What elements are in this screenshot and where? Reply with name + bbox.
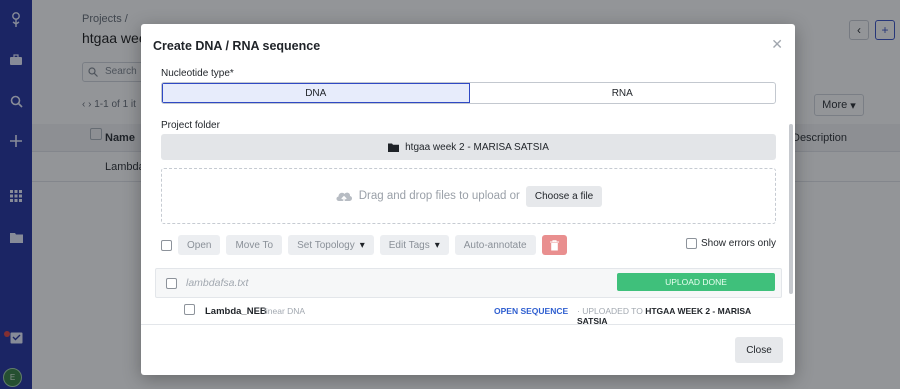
edit-tags-dropdown[interactable]: Edit Tags ▾: [379, 235, 449, 255]
sequence-type: linear DNA: [264, 306, 306, 316]
option-dna[interactable]: DNA: [162, 83, 470, 103]
project-folder-select[interactable]: htgaa week 2 - MARISA SATSIA: [161, 134, 776, 160]
drop-text: Drag and drop files to upload or: [358, 190, 520, 202]
show-errors-label: Show errors only: [700, 238, 776, 249]
uploaded-file-row: lambdafsa.txt UPLOAD DONE: [155, 268, 782, 298]
create-sequence-modal: Create DNA / RNA sequence ✕ Nucleotide t…: [141, 24, 795, 375]
sequence-name: Lambda_NEB: [205, 306, 267, 317]
caret-down-icon: ▾: [434, 239, 440, 251]
option-rna[interactable]: RNA: [470, 83, 776, 103]
project-folder-label: Project folder: [161, 120, 220, 131]
modal-title: Create DNA / RNA sequence: [153, 39, 321, 53]
sequence-toolbar: Open Move To Set Topology ▾ Edit Tags ▾ Au…: [161, 235, 776, 255]
file-name: lambdafsa.txt: [186, 277, 249, 289]
select-all-checkbox[interactable]: [161, 239, 172, 251]
choose-file-button[interactable]: Choose a file: [525, 185, 603, 207]
cloud-upload-icon: [336, 192, 352, 203]
nucleotide-type-label: Nucleotide type*: [161, 68, 234, 79]
show-errors-checkbox[interactable]: [685, 238, 697, 249]
trash-icon: [549, 239, 559, 250]
project-folder-value: htgaa week 2 - MARISA SATSIA: [405, 141, 549, 153]
auto-annotate-button[interactable]: Auto-annotate: [454, 235, 536, 255]
sequence-row: Lambda_NEB linear DNA OPEN SEQUENCE · UP…: [175, 298, 782, 326]
folder-icon: [388, 143, 400, 152]
file-checkbox[interactable]: [166, 278, 177, 289]
open-button[interactable]: Open: [178, 235, 221, 255]
file-dropzone[interactable]: Drag and drop files to upload or Choose …: [161, 168, 776, 224]
set-topology-dropdown[interactable]: Set Topology ▾: [288, 235, 374, 255]
modal-scrollbar[interactable]: [789, 124, 793, 294]
open-sequence-link[interactable]: OPEN SEQUENCE: [494, 306, 568, 316]
close-button[interactable]: Close: [735, 337, 783, 363]
move-to-button[interactable]: Move To: [226, 235, 283, 255]
caret-down-icon: ▾: [359, 239, 365, 251]
close-icon[interactable]: ✕: [771, 36, 783, 53]
upload-status-badge: UPLOAD DONE: [617, 273, 775, 291]
show-errors-toggle[interactable]: Show errors only: [685, 238, 776, 249]
uploaded-to-info: · UPLOADED TO HTGAA WEEK 2 - MARISA SATS…: [577, 306, 751, 326]
delete-button[interactable]: [541, 235, 567, 255]
modal-footer: Close: [141, 324, 795, 375]
sequence-checkbox[interactable]: [184, 304, 195, 315]
nucleotide-type-toggle: DNA RNA: [161, 82, 776, 104]
